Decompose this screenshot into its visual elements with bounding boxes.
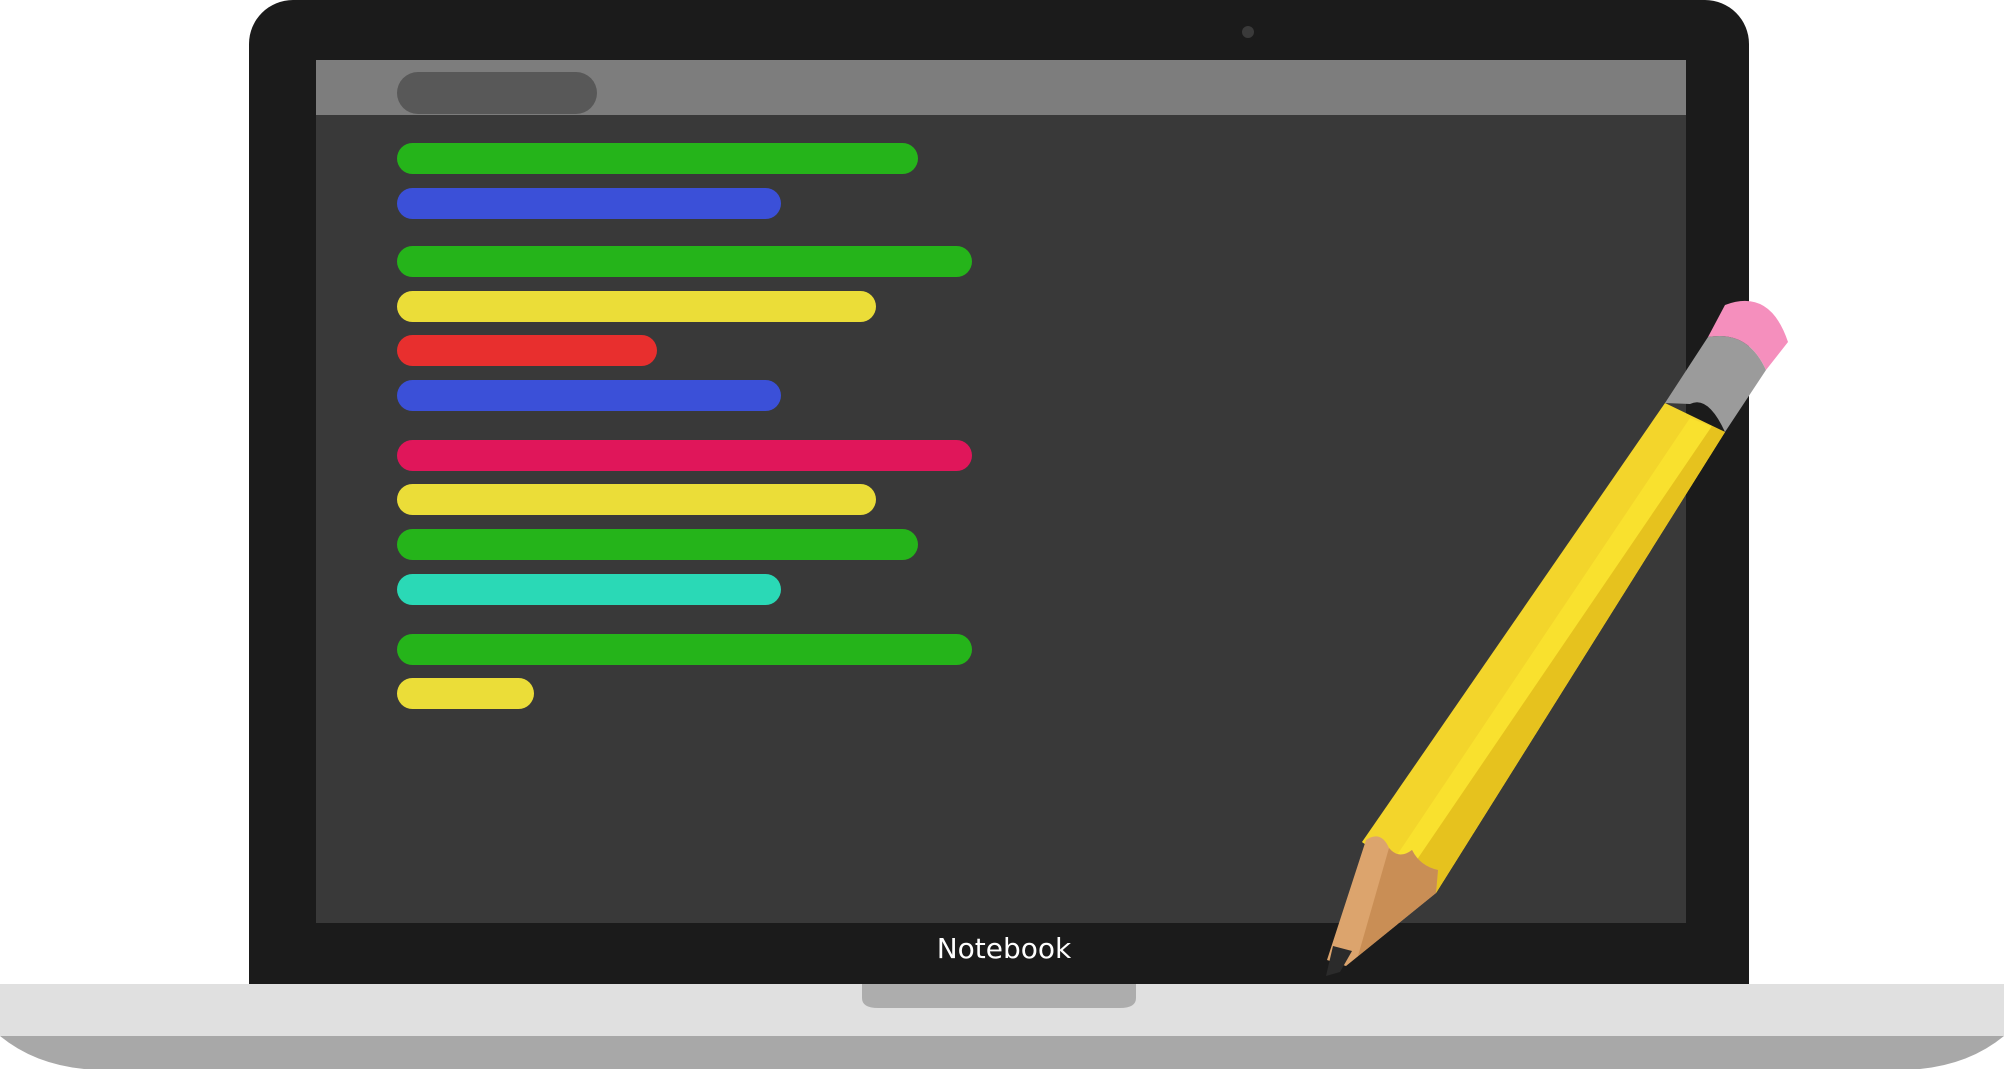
trackpad-notch: [862, 984, 1136, 1008]
code-line-8: [397, 484, 876, 515]
code-line-3: [397, 246, 972, 277]
code-line-11: [397, 634, 972, 665]
code-line-5: [397, 335, 657, 366]
code-line-1: [397, 143, 918, 174]
editor-tab[interactable]: [397, 72, 597, 114]
code-line-12: [397, 678, 534, 709]
code-line-9: [397, 529, 918, 560]
laptop-base: [0, 984, 2004, 1069]
editor-title-bar: [316, 60, 1686, 115]
code-line-2: [397, 188, 781, 219]
code-line-4: [397, 291, 876, 322]
camera-icon: [1242, 26, 1254, 38]
code-line-7: [397, 440, 972, 471]
code-line-10: [397, 574, 781, 605]
laptop-screen: [316, 60, 1686, 923]
laptop-base-shape: [0, 984, 2004, 1069]
code-line-6: [397, 380, 781, 411]
brand-label: Notebook: [936, 932, 1072, 965]
